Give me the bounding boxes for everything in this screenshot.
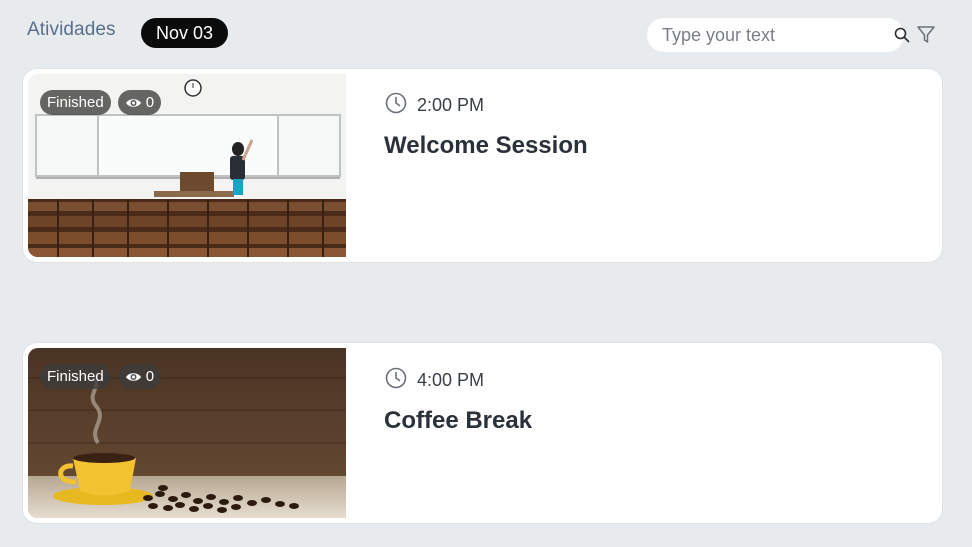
eye-icon: [125, 97, 142, 109]
views-count: 0: [145, 368, 155, 385]
clock-icon: [385, 92, 407, 119]
activity-title: Welcome Session: [384, 132, 588, 159]
activity-title: Coffee Break: [384, 407, 533, 434]
coffee-cup-photo: Finished 0: [28, 348, 346, 518]
filter-icon[interactable]: [915, 24, 937, 46]
activity-card[interactable]: Finished 0 2:00 PM Welcome Session: [23, 69, 942, 262]
views-count: 0: [145, 94, 155, 111]
search-box[interactable]: [647, 18, 910, 52]
activity-time: 2:00 PM: [417, 95, 485, 115]
page-title: Atividades: [27, 19, 116, 40]
search-icon[interactable]: [894, 26, 910, 44]
status-badge: Finished: [40, 90, 111, 115]
time-row: 2:00 PM: [385, 92, 484, 119]
search-input[interactable]: [662, 24, 894, 46]
views-badge: 0: [117, 364, 162, 389]
activity-time: 4:00 PM: [417, 370, 485, 390]
status-badge: Finished: [40, 364, 111, 389]
views-badge: 0: [117, 90, 162, 115]
activity-card[interactable]: Finished 0 4:00 PM Coffee Break: [23, 343, 942, 523]
eye-icon: [125, 371, 142, 383]
lecture-hall-photo: Finished 0: [28, 74, 346, 257]
date-selector[interactable]: Nov 03: [141, 18, 228, 48]
clock-icon: [385, 367, 407, 394]
time-row: 4:00 PM: [385, 367, 484, 394]
